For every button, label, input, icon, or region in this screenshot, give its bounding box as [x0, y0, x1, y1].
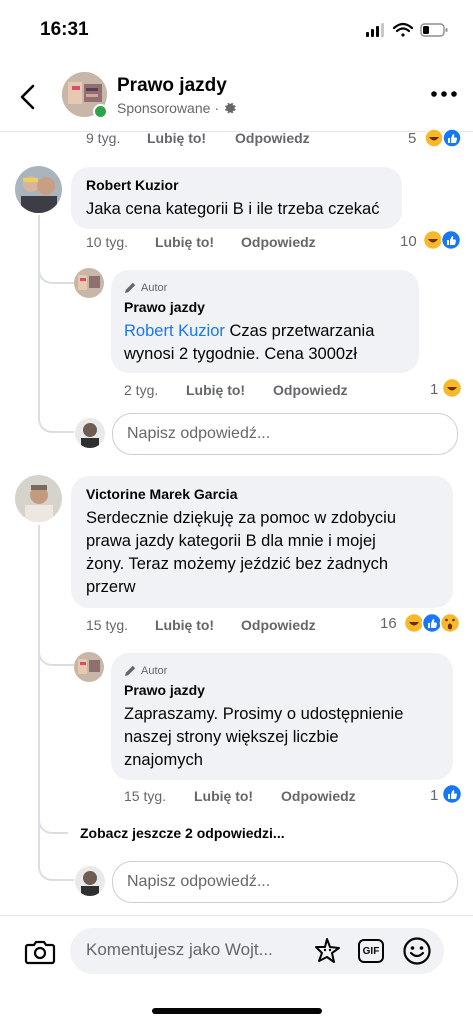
pencil-icon [125, 282, 136, 293]
reply-input[interactable]: Napisz odpowiedź... [112, 861, 458, 903]
subtitle-separator: · [214, 100, 220, 116]
author-badge-label: Autor [141, 664, 168, 677]
like-button[interactable]: Lubię to! [155, 617, 214, 633]
reply-text: naszej strony większej liczbie [124, 728, 339, 746]
emoji-smile-icon[interactable] [402, 936, 432, 966]
sponsored-label: Sponsorowane [117, 100, 211, 116]
haha-emoji-icon [422, 229, 444, 251]
like-button[interactable]: Lubię to! [194, 788, 253, 804]
comment-text: żony. Teraz możemy jeździć bez żadnych [86, 555, 389, 573]
avatar-prawo-jazdy[interactable] [74, 268, 104, 298]
reply-author[interactable]: Prawo jazdy [124, 299, 205, 315]
view-more-replies[interactable]: Zobacz jeszcze 2 odpowiedzi... [80, 825, 285, 841]
online-status-dot [93, 104, 108, 119]
reply-button[interactable]: Odpowiedz [241, 234, 316, 250]
comment-text: prawa jazdy kategorii B dla mnie i mojej [86, 532, 376, 550]
reply-input-placeholder: Napisz odpowiedź... [127, 425, 271, 442]
comment-time: 10 tyg. [86, 234, 129, 250]
thread-connector [38, 250, 74, 284]
comment-text: przerw [86, 578, 136, 596]
reactions-summary[interactable] [403, 612, 465, 634]
mention-link[interactable]: Robert Kuzior [124, 322, 225, 340]
like-icon [440, 229, 462, 251]
camera-icon[interactable] [24, 938, 56, 966]
reply-button[interactable]: Odpowiedz [241, 617, 316, 633]
reply-time: 15 tyg. [124, 788, 167, 804]
gear-icon [225, 102, 236, 114]
reply-text-line: Robert Kuzior Czas przetwarzania [124, 320, 374, 343]
composer-divider [0, 915, 473, 916]
reply-input[interactable]: Napisz odpowiedź... [112, 413, 458, 455]
author-badge-label: Autor [141, 281, 168, 294]
page-title[interactable]: Prawo jazdy [117, 75, 227, 97]
like-icon [442, 128, 462, 148]
current-user-avatar [75, 866, 105, 896]
comment-time: 15 tyg. [86, 617, 129, 633]
author-badge: Autor [124, 281, 167, 294]
reply-button[interactable]: Odpowiedz [235, 130, 310, 146]
avatar-victorine-marek-garcia[interactable] [15, 475, 62, 522]
status-time: 16:31 [40, 19, 89, 40]
gif-icon[interactable]: GIF [358, 939, 384, 963]
comment-author[interactable]: Robert Kuzior [86, 177, 179, 193]
battery-icon [420, 23, 448, 37]
more-dots-icon[interactable] [428, 84, 460, 104]
pencil-icon [125, 665, 136, 676]
thread-line [38, 525, 40, 825]
like-icon[interactable] [441, 783, 463, 805]
comment-text: Serdecznie dziękuję za pomoc w zdobyciu [86, 509, 396, 527]
like-button[interactable]: Lubię to! [186, 382, 245, 398]
wow-emoji-icon [439, 612, 461, 634]
reaction-count: 1 [430, 787, 439, 804]
thread-connector [38, 630, 74, 666]
signal-icon [366, 23, 384, 37]
reply-text: znajomych [124, 751, 203, 769]
back-arrow-icon[interactable] [14, 82, 44, 112]
composer-placeholder: Komentujesz jako Wojt... [86, 940, 273, 959]
avatar-prawo-jazdy[interactable] [74, 652, 104, 682]
haha-emoji-icon [403, 612, 425, 634]
reply-button[interactable]: Odpowiedz [281, 788, 356, 804]
author-badge: Autor [124, 664, 167, 677]
reaction-count: 10 [400, 233, 417, 250]
haha-emoji-icon [424, 128, 444, 148]
reply-text: Zapraszamy. Prosimy o udostępnienie [124, 705, 404, 723]
thread-connector [38, 395, 74, 433]
reply-button[interactable]: Odpowiedz [273, 382, 348, 398]
current-user-avatar [75, 418, 105, 448]
like-icon [421, 612, 443, 634]
gif-label: GIF [362, 945, 380, 957]
reply-text: wynosi 2 tygodnie. Cena 3000zł [124, 345, 357, 363]
comment-text: Jaka cena kategorii B i ile trzeba czeka… [86, 200, 380, 218]
like-button[interactable]: Lubię to! [147, 130, 206, 146]
reply-author[interactable]: Prawo jazdy [124, 682, 205, 698]
avatar-robert-kuzior[interactable] [15, 166, 62, 213]
thread-line [38, 215, 40, 395]
wifi-icon [392, 22, 414, 37]
comment-author[interactable]: Victorine Marek Garcia [86, 486, 237, 502]
reply-text: Czas przetwarzania [229, 322, 375, 340]
status-icons [366, 22, 448, 37]
reaction-count: 1 [430, 381, 439, 398]
home-indicator [152, 1008, 322, 1014]
reply-time: 2 tyg. [124, 382, 159, 398]
reaction-count: 5 [408, 130, 417, 147]
reactions-summary[interactable] [422, 229, 464, 251]
sticker-icon[interactable] [313, 936, 345, 966]
haha-emoji-icon[interactable] [441, 377, 463, 399]
reply-input-placeholder: Napisz odpowiedź... [127, 873, 271, 890]
page-subtitle: Sponsorowane · [117, 100, 237, 116]
comment-time: 9 tyg. [86, 130, 121, 146]
like-button[interactable]: Lubię to! [155, 234, 214, 250]
reactions-summary[interactable] [424, 127, 464, 149]
thread-connector [38, 825, 74, 881]
reaction-count: 16 [380, 615, 397, 632]
